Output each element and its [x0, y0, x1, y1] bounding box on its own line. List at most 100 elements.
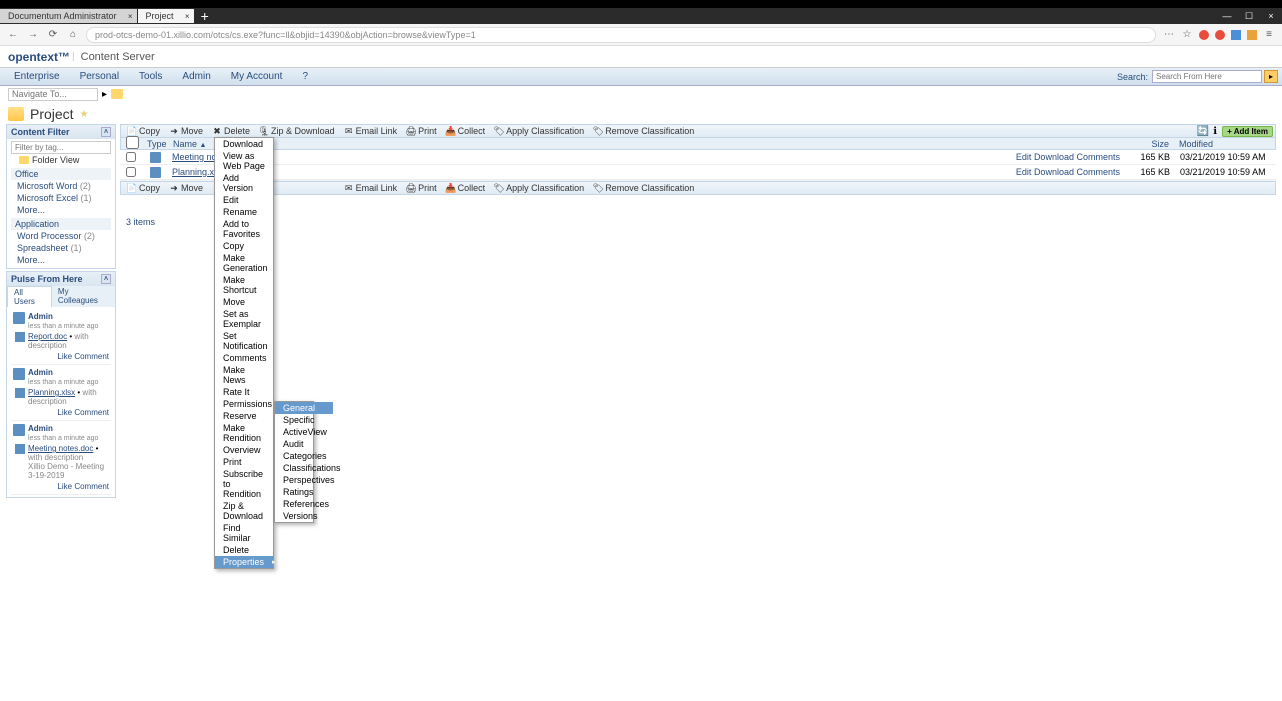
- sidebar-item[interactable]: Spreadsheet (1): [11, 242, 111, 254]
- close-window-button[interactable]: ×: [1264, 11, 1278, 22]
- sidebar-item[interactable]: Microsoft Word (2): [11, 180, 111, 192]
- email-button[interactable]: ✉Email Link: [340, 182, 402, 194]
- ctx-set-as-exemplar[interactable]: Set as Exemplar: [215, 308, 273, 330]
- ctx-sub-references[interactable]: References: [275, 498, 333, 510]
- comment-button[interactable]: Comment: [74, 352, 109, 361]
- comments-link[interactable]: Comments: [1076, 152, 1120, 162]
- refresh-icon[interactable]: 🔄: [1198, 126, 1208, 136]
- ctx-sub-versions[interactable]: Versions: [275, 510, 333, 522]
- filter-input[interactable]: [11, 141, 111, 154]
- comments-link[interactable]: Comments: [1076, 167, 1120, 177]
- ctx-view-as-web-page[interactable]: View as Web Page: [215, 150, 273, 172]
- ctx-edit[interactable]: Edit: [215, 194, 273, 206]
- ctx-make-news[interactable]: Make News: [215, 364, 273, 386]
- go-icon[interactable]: ▸: [102, 89, 107, 100]
- ctx-rename[interactable]: Rename: [215, 206, 273, 218]
- edit-link[interactable]: Edit: [1016, 167, 1032, 177]
- add-tab-button[interactable]: +: [201, 8, 209, 24]
- download-link[interactable]: Download: [1034, 152, 1074, 162]
- like-button[interactable]: Like: [57, 352, 72, 361]
- browser-tab-0[interactable]: Documentum Administrator ×: [0, 9, 137, 23]
- ext-icon[interactable]: [1246, 29, 1258, 41]
- sidebar-item[interactable]: Microsoft Excel (1): [11, 192, 111, 204]
- col-modified[interactable]: Modified: [1175, 139, 1275, 149]
- print-button[interactable]: 🖨Print: [402, 182, 441, 194]
- ext-icon[interactable]: [1214, 29, 1226, 41]
- ctx-reserve[interactable]: Reserve: [215, 410, 273, 422]
- ctx-sub-general[interactable]: General: [275, 402, 333, 414]
- ctx-sub-categories[interactable]: Categories: [275, 450, 333, 462]
- ctx-sub-classifications[interactable]: Classifications: [275, 462, 333, 474]
- search-input[interactable]: [1152, 70, 1262, 83]
- more-link[interactable]: More...: [11, 204, 111, 216]
- ctx-sub-activeview[interactable]: ActiveView: [275, 426, 333, 438]
- ctx-permissions[interactable]: Permissions: [215, 398, 273, 410]
- remove-class-button[interactable]: 🏷Remove Classification: [589, 182, 698, 194]
- download-link[interactable]: Download: [1034, 167, 1074, 177]
- url-input[interactable]: prod-otcs-demo-01.xillio.com/otcs/cs.exe…: [86, 27, 1156, 43]
- ctx-zip-download[interactable]: Zip & Download: [215, 500, 273, 522]
- ctx-subscribe-to-rendition[interactable]: Subscribe to Rendition: [215, 468, 273, 500]
- pulse-username[interactable]: Admin: [28, 424, 53, 433]
- ctx-sub-audit[interactable]: Audit: [275, 438, 333, 450]
- favorite-icon[interactable]: ★: [80, 109, 89, 120]
- col-name[interactable]: Name ▲: [169, 139, 995, 149]
- pulse-doc-link[interactable]: Report.doc: [28, 332, 67, 341]
- folder-icon[interactable]: [111, 89, 123, 99]
- help-icon[interactable]: ?: [292, 71, 318, 82]
- table-row[interactable]: Meeting notes.doc Edit Download Comments…: [120, 150, 1276, 165]
- ext-icon[interactable]: [1198, 29, 1210, 41]
- apply-class-button[interactable]: 🏷Apply Classification: [490, 125, 588, 137]
- table-row[interactable]: Planning.xlsx Edit Download Comments 165…: [120, 165, 1276, 180]
- collapse-icon[interactable]: ˄: [101, 274, 111, 284]
- select-all-checkbox[interactable]: [126, 136, 139, 149]
- row-checkbox[interactable]: [126, 152, 136, 162]
- menu-personal[interactable]: Personal: [70, 71, 129, 82]
- close-icon[interactable]: ×: [128, 12, 133, 21]
- collect-button[interactable]: 📥Collect: [442, 125, 490, 137]
- ctx-make-rendition[interactable]: Make Rendition: [215, 422, 273, 444]
- minimize-button[interactable]: —: [1220, 11, 1234, 22]
- ctx-copy[interactable]: Copy: [215, 240, 273, 252]
- edit-link[interactable]: Edit: [1016, 152, 1032, 162]
- menu-icon[interactable]: ≡: [1262, 28, 1276, 42]
- menu-myaccount[interactable]: My Account: [221, 71, 293, 82]
- menu-admin[interactable]: Admin: [172, 71, 220, 82]
- maximize-button[interactable]: ☐: [1242, 11, 1256, 22]
- zip-button[interactable]: 🗜Zip & Download: [255, 125, 339, 137]
- bookmark-icon[interactable]: ☆: [1180, 28, 1194, 42]
- like-button[interactable]: Like: [57, 408, 72, 417]
- menu-tools[interactable]: Tools: [129, 71, 172, 82]
- pulse-username[interactable]: Admin: [28, 368, 53, 377]
- ctx-find-similar[interactable]: Find Similar: [215, 522, 273, 544]
- back-button[interactable]: ←: [6, 28, 20, 42]
- ctx-add-to-favorites[interactable]: Add to Favorites: [215, 218, 273, 240]
- comment-button[interactable]: Comment: [74, 408, 109, 417]
- col-size[interactable]: Size: [1125, 139, 1175, 149]
- more-link[interactable]: More...: [11, 254, 111, 266]
- ext-icon[interactable]: [1230, 29, 1242, 41]
- pulse-username[interactable]: Admin: [28, 312, 53, 321]
- search-go-button[interactable]: ▸: [1264, 70, 1278, 83]
- ctx-move[interactable]: Move: [215, 296, 273, 308]
- pulse-doc-link[interactable]: Meeting notes.doc: [28, 444, 93, 453]
- close-icon[interactable]: ×: [185, 12, 190, 21]
- collapse-icon[interactable]: ˄: [101, 127, 111, 137]
- sidebar-item[interactable]: Word Processor (2): [11, 230, 111, 242]
- ctx-sub-ratings[interactable]: Ratings: [275, 486, 333, 498]
- navigate-select[interactable]: [8, 88, 98, 101]
- print-button[interactable]: 🖨Print: [402, 125, 441, 137]
- move-button[interactable]: ➜Move: [165, 125, 207, 137]
- col-type[interactable]: Type: [143, 139, 169, 149]
- comment-button[interactable]: Comment: [74, 482, 109, 491]
- ctx-sub-specific[interactable]: Specific: [275, 414, 333, 426]
- add-item-button[interactable]: +Add Item: [1222, 126, 1273, 137]
- ctx-add-version[interactable]: Add Version: [215, 172, 273, 194]
- remove-class-button[interactable]: 🏷Remove Classification: [589, 125, 698, 137]
- pulse-tab-colleagues[interactable]: My Colleagues: [52, 286, 115, 307]
- ctx-delete[interactable]: Delete: [215, 544, 273, 556]
- ctx-print[interactable]: Print: [215, 456, 273, 468]
- ctx-make-shortcut[interactable]: Make Shortcut: [215, 274, 273, 296]
- ctx-set-notification[interactable]: Set Notification: [215, 330, 273, 352]
- more-icon[interactable]: ⋯: [1162, 28, 1176, 42]
